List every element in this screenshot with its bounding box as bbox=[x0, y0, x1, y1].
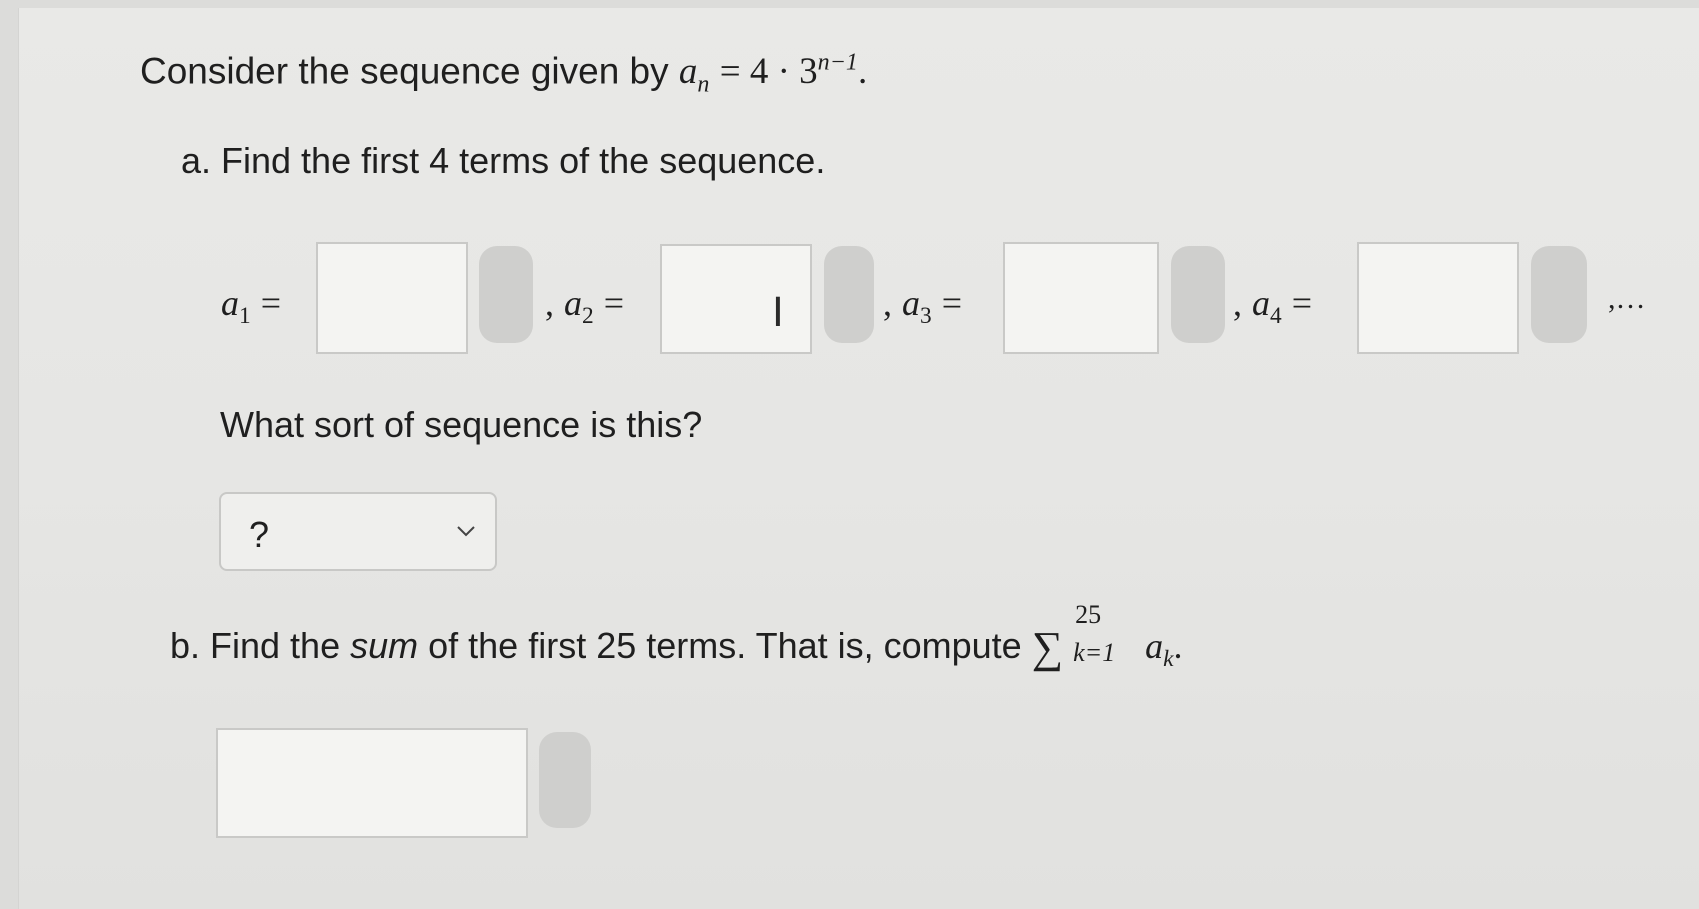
term-label-a4: , a4 = bbox=[1233, 283, 1313, 330]
term-a3-input[interactable] bbox=[1003, 242, 1159, 354]
sigma-lower: k=1 bbox=[1073, 638, 1116, 668]
sigma-upper: 25 bbox=[1075, 600, 1102, 630]
term-a2-input[interactable] bbox=[660, 244, 812, 354]
terms-ellipsis: ,… bbox=[1608, 282, 1646, 315]
chevron-down-icon bbox=[457, 526, 475, 537]
terms-row: a1 = , a2 = I , a3 = , a4 = ,… bbox=[0, 242, 1699, 354]
sigma-symbol: ∑ bbox=[1031, 623, 1064, 672]
sum-format-button[interactable] bbox=[539, 732, 591, 828]
term-a1-input[interactable] bbox=[316, 242, 468, 354]
text-cursor-icon: I bbox=[772, 290, 784, 336]
summand: ak bbox=[1145, 626, 1174, 673]
sort-question: What sort of sequence is this? bbox=[220, 404, 703, 445]
term-label-a3: , a3 = bbox=[883, 283, 963, 330]
question-intro: Consider the sequence given by bbox=[140, 50, 669, 92]
question-title: Consider the sequence given by an = 4 · … bbox=[140, 50, 867, 99]
part-b-prompt: b. Find the sum of the first 25 terms. T… bbox=[170, 600, 1183, 673]
sum-answer-input[interactable] bbox=[216, 728, 528, 838]
formula-lhs: an bbox=[678, 51, 710, 98]
select-value: ? bbox=[249, 514, 270, 555]
term-label-a1: a1 = bbox=[221, 283, 282, 330]
part-a-prompt: a. Find the first 4 terms of the sequenc… bbox=[181, 140, 826, 181]
term-a4-format-button[interactable] bbox=[1531, 246, 1587, 343]
sequence-type-select[interactable]: ? bbox=[219, 492, 497, 571]
term-label-a2: , a2 = bbox=[545, 283, 625, 330]
term-a3-format-button[interactable] bbox=[1171, 246, 1225, 343]
term-a1-format-button[interactable] bbox=[479, 246, 533, 343]
formula-rhs: = 4 · 3n−1. bbox=[719, 50, 868, 93]
sigma-limits: 25 k=1 bbox=[1073, 600, 1135, 668]
term-a2-format-button[interactable] bbox=[824, 246, 874, 343]
term-a4-input[interactable] bbox=[1357, 242, 1519, 354]
